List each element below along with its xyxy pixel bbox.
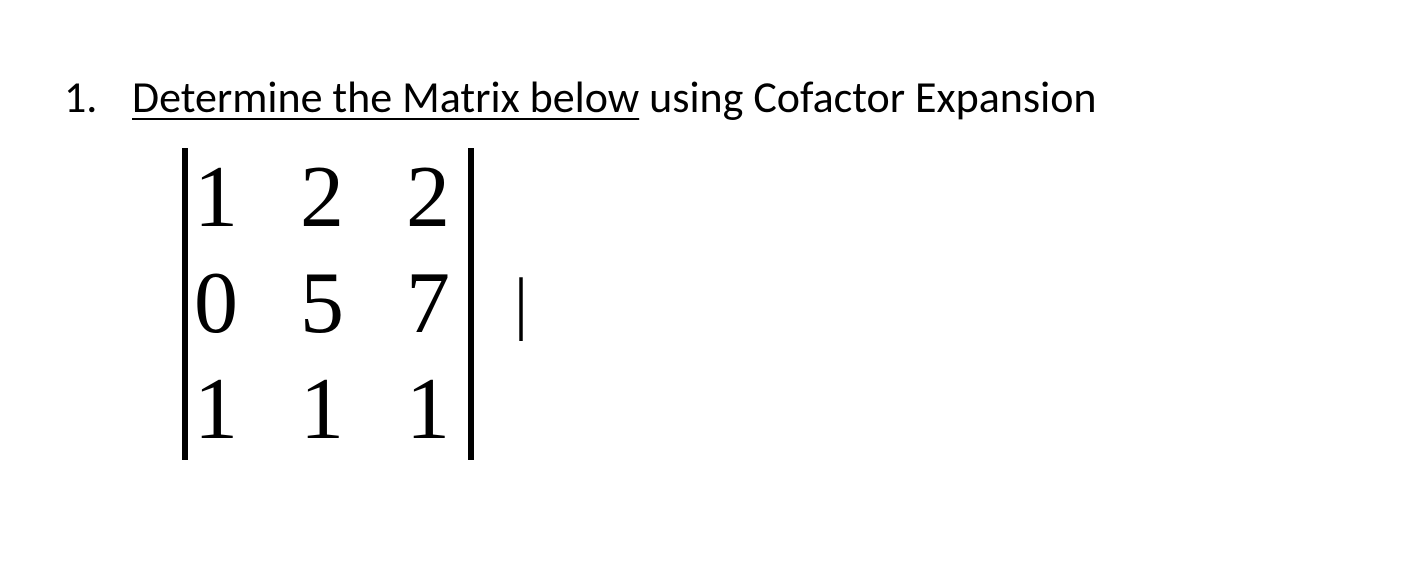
matrix-container: 1 2 2 0 5 7 1 1 1 | bbox=[182, 148, 1428, 460]
matrix-cell-2-1: 1 bbox=[298, 366, 346, 454]
matrix-cell-2-0: 1 bbox=[192, 366, 240, 454]
matrix-right-bar bbox=[468, 148, 474, 460]
matrix-cell-0-1: 2 bbox=[298, 154, 346, 242]
matrix-grid: 1 2 2 0 5 7 1 1 1 bbox=[188, 148, 468, 460]
problem-text-underlined: Determine the Matrix below bbox=[132, 70, 639, 124]
matrix-cell-0-2: 2 bbox=[404, 154, 452, 242]
problem-text: Determine the Matrix below using Cofacto… bbox=[132, 70, 1097, 124]
problem-statement: 1. Determine the Matrix below using Cofa… bbox=[64, 70, 1428, 124]
text-cursor-icon: | bbox=[514, 264, 528, 344]
determinant-matrix: 1 2 2 0 5 7 1 1 1 bbox=[182, 148, 474, 460]
document-content: 1. Determine the Matrix below using Cofa… bbox=[0, 0, 1428, 460]
matrix-cell-0-0: 1 bbox=[192, 154, 240, 242]
matrix-cell-1-0: 0 bbox=[192, 260, 240, 348]
problem-text-rest: using Cofactor Expansion bbox=[639, 70, 1096, 124]
problem-number: 1. bbox=[64, 70, 108, 124]
matrix-cell-1-1: 5 bbox=[298, 260, 346, 348]
matrix-cell-1-2: 7 bbox=[404, 260, 452, 348]
matrix-cell-2-2: 1 bbox=[404, 366, 452, 454]
